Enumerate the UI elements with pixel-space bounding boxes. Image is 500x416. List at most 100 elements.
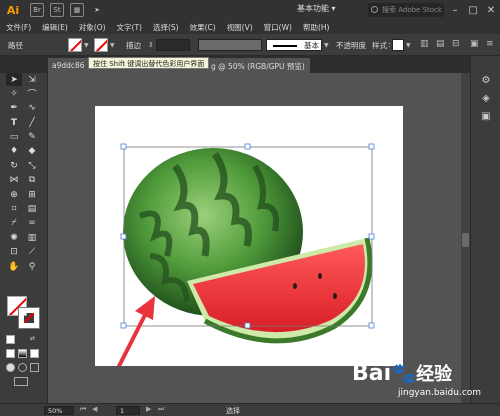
- libraries-icon[interactable]: ▣: [480, 110, 492, 122]
- free-transform-icon[interactable]: ⧉: [24, 174, 40, 187]
- menu-window[interactable]: 窗口(W): [264, 22, 292, 33]
- zoom-tool-icon[interactable]: ⚲: [24, 260, 40, 273]
- scrollbar-thumb[interactable]: [462, 233, 469, 247]
- illustrator-logo: Ai: [6, 3, 20, 17]
- workspace-switcher[interactable]: 基本功能 ▾: [297, 3, 336, 14]
- rotate-tool-icon[interactable]: ↻: [6, 159, 22, 172]
- menu-bar: 文件(F) 编辑(E) 对象(O) 文字(T) 选择(S) 效果(C) 视图(V…: [0, 20, 500, 34]
- width-tool-icon[interactable]: ⋈: [6, 174, 22, 187]
- window-controls: – □ ✕: [446, 0, 500, 20]
- line-tool-icon[interactable]: ╱: [24, 116, 40, 129]
- menu-help[interactable]: 帮助(H): [303, 22, 330, 33]
- baidu-logo: Bai🐾经验: [352, 361, 453, 386]
- chevron-down-icon[interactable]: ▼: [324, 42, 329, 49]
- arrange-documents-icon[interactable]: ▦: [70, 3, 84, 17]
- chevron-down-icon[interactable]: ▼: [110, 42, 115, 49]
- brush-label: 基本: [304, 41, 319, 50]
- maximize-icon[interactable]: □: [464, 0, 482, 20]
- draw-mode-icon[interactable]: [6, 363, 15, 372]
- gradient-mode-icon[interactable]: [18, 349, 27, 358]
- draw-inside-icon[interactable]: [30, 363, 39, 372]
- tools-panel: ➤ ⇲ ✧ ⌒ ✒ ∿ T ╱ ▭ ✎ ♦ ◆ ↻ ⤡ ⋈ ⧉ ⊕ ⊞ ⌗ ▤ …: [0, 73, 48, 403]
- draw-behind-icon[interactable]: [18, 363, 27, 372]
- chevron-down-icon[interactable]: ▼: [406, 42, 411, 49]
- direct-selection-tool-icon[interactable]: ⇲: [24, 73, 40, 86]
- layers-icon[interactable]: ◈: [480, 92, 492, 104]
- eyedropper-icon[interactable]: ⌿: [6, 217, 22, 230]
- object-type-label: 路径: [8, 41, 23, 50]
- preferences-icon[interactable]: ▤: [436, 39, 445, 49]
- stroke-color-box[interactable]: [18, 307, 40, 329]
- rectangle-tool-icon[interactable]: ▭: [6, 131, 22, 144]
- artboard-number-input[interactable]: 1: [116, 406, 140, 415]
- close-icon[interactable]: ✕: [482, 0, 500, 20]
- perspective-grid-icon[interactable]: ⊞: [24, 188, 40, 201]
- stepper-icon[interactable]: ⇕: [148, 41, 154, 49]
- brush-stroke-preview: [273, 45, 297, 47]
- default-colors-icon[interactable]: [6, 335, 15, 344]
- stock-search-input[interactable]: 搜索 Adobe Stock: [368, 3, 444, 17]
- vertical-scrollbar[interactable]: [461, 73, 470, 403]
- gpu-performance-icon[interactable]: ➤: [90, 3, 104, 17]
- variable-width-profile[interactable]: [198, 39, 262, 51]
- properties-icon[interactable]: ⚙: [480, 74, 492, 86]
- stroke-weight-input[interactable]: [156, 39, 190, 51]
- minimize-icon[interactable]: –: [446, 0, 464, 20]
- color-mode-icon[interactable]: [6, 349, 15, 358]
- scale-tool-icon[interactable]: ⤡: [24, 159, 40, 172]
- slice-tool-icon[interactable]: ⟋: [24, 246, 40, 259]
- panel-menu-icon[interactable]: ≡: [486, 39, 494, 49]
- zoom-select[interactable]: 50%: [44, 406, 74, 415]
- right-panel-dock: ⚙ ◈ ▣: [470, 56, 500, 403]
- document-setup-icon[interactable]: ▥: [420, 39, 429, 49]
- lasso-icon[interactable]: ⌒: [24, 87, 40, 100]
- artboard-tool-icon[interactable]: ⊡: [6, 246, 22, 259]
- stroke-swatch[interactable]: [94, 38, 108, 52]
- eraser-icon[interactable]: ◆: [24, 145, 40, 158]
- type-tool-icon[interactable]: T: [6, 116, 22, 129]
- mesh-tool-icon[interactable]: ⌗: [6, 203, 22, 216]
- fill-stroke-widget[interactable]: [7, 296, 41, 330]
- previous-artboard-icon[interactable]: ◀: [92, 405, 97, 413]
- menu-effect[interactable]: 效果(C): [190, 22, 216, 33]
- status-text: 选择: [226, 407, 240, 415]
- menu-edit[interactable]: 编辑(E): [42, 22, 68, 33]
- menu-object[interactable]: 对象(O): [79, 22, 106, 33]
- application-bar: Ai Br St ▦ ➤ 基本功能 ▾ 搜索 Adobe Stock – □ ✕: [0, 0, 500, 20]
- graphic-style-swatch[interactable]: [392, 39, 404, 51]
- document-view-info: g @ 50% (RGB/GPU 预览): [211, 62, 305, 71]
- screen-mode-icon[interactable]: [14, 377, 28, 386]
- none-mode-icon[interactable]: [30, 349, 39, 358]
- chevron-down-icon[interactable]: ▼: [84, 42, 89, 49]
- blend-tool-icon[interactable]: ∞: [24, 217, 40, 230]
- transform-icon[interactable]: ▣: [470, 39, 479, 49]
- fill-swatch[interactable]: [68, 38, 82, 52]
- symbol-sprayer-icon[interactable]: ✺: [6, 231, 22, 244]
- control-bar: 路径 ▼ ▼ 描边 ⇕ 基本 ▼ 不透明度 样式 : ▼ ▥ ▤ ⊟ ▣ ≡: [0, 34, 500, 56]
- curvature-icon[interactable]: ∿: [24, 102, 40, 115]
- menu-view[interactable]: 视图(V): [227, 22, 253, 33]
- menu-file[interactable]: 文件(F): [6, 22, 31, 33]
- watermelon-artwork[interactable]: [95, 106, 403, 366]
- graph-tool-icon[interactable]: ▥: [24, 231, 40, 244]
- menu-select[interactable]: 选择(S): [153, 22, 179, 33]
- stock-search-placeholder: 搜索 Adobe Stock: [382, 6, 442, 14]
- next-artboard-icon[interactable]: ▶: [146, 405, 151, 413]
- bridge-icon[interactable]: Br: [30, 3, 44, 17]
- stock-icon[interactable]: St: [50, 3, 64, 17]
- menu-type[interactable]: 文字(T): [117, 22, 142, 33]
- shape-builder-icon[interactable]: ⊕: [6, 188, 22, 201]
- opacity-label[interactable]: 不透明度: [336, 40, 366, 51]
- align-icon[interactable]: ⊟: [452, 39, 460, 49]
- pencil-tool-icon[interactable]: ✎: [24, 131, 40, 144]
- gradient-tool-icon[interactable]: ▤: [24, 203, 40, 216]
- paintbrush-icon[interactable]: ♦: [6, 145, 22, 158]
- selection-tool-icon[interactable]: ➤: [6, 73, 22, 86]
- magic-wand-icon[interactable]: ✧: [6, 87, 22, 100]
- first-artboard-icon[interactable]: ⏮: [80, 405, 86, 414]
- pen-tool-icon[interactable]: ✒: [6, 102, 22, 115]
- swap-colors-icon[interactable]: ⇄: [30, 335, 39, 344]
- annotation-arrow: [116, 296, 155, 366]
- hand-tool-icon[interactable]: ✋: [6, 260, 22, 273]
- last-artboard-icon[interactable]: ⏭: [158, 405, 164, 414]
